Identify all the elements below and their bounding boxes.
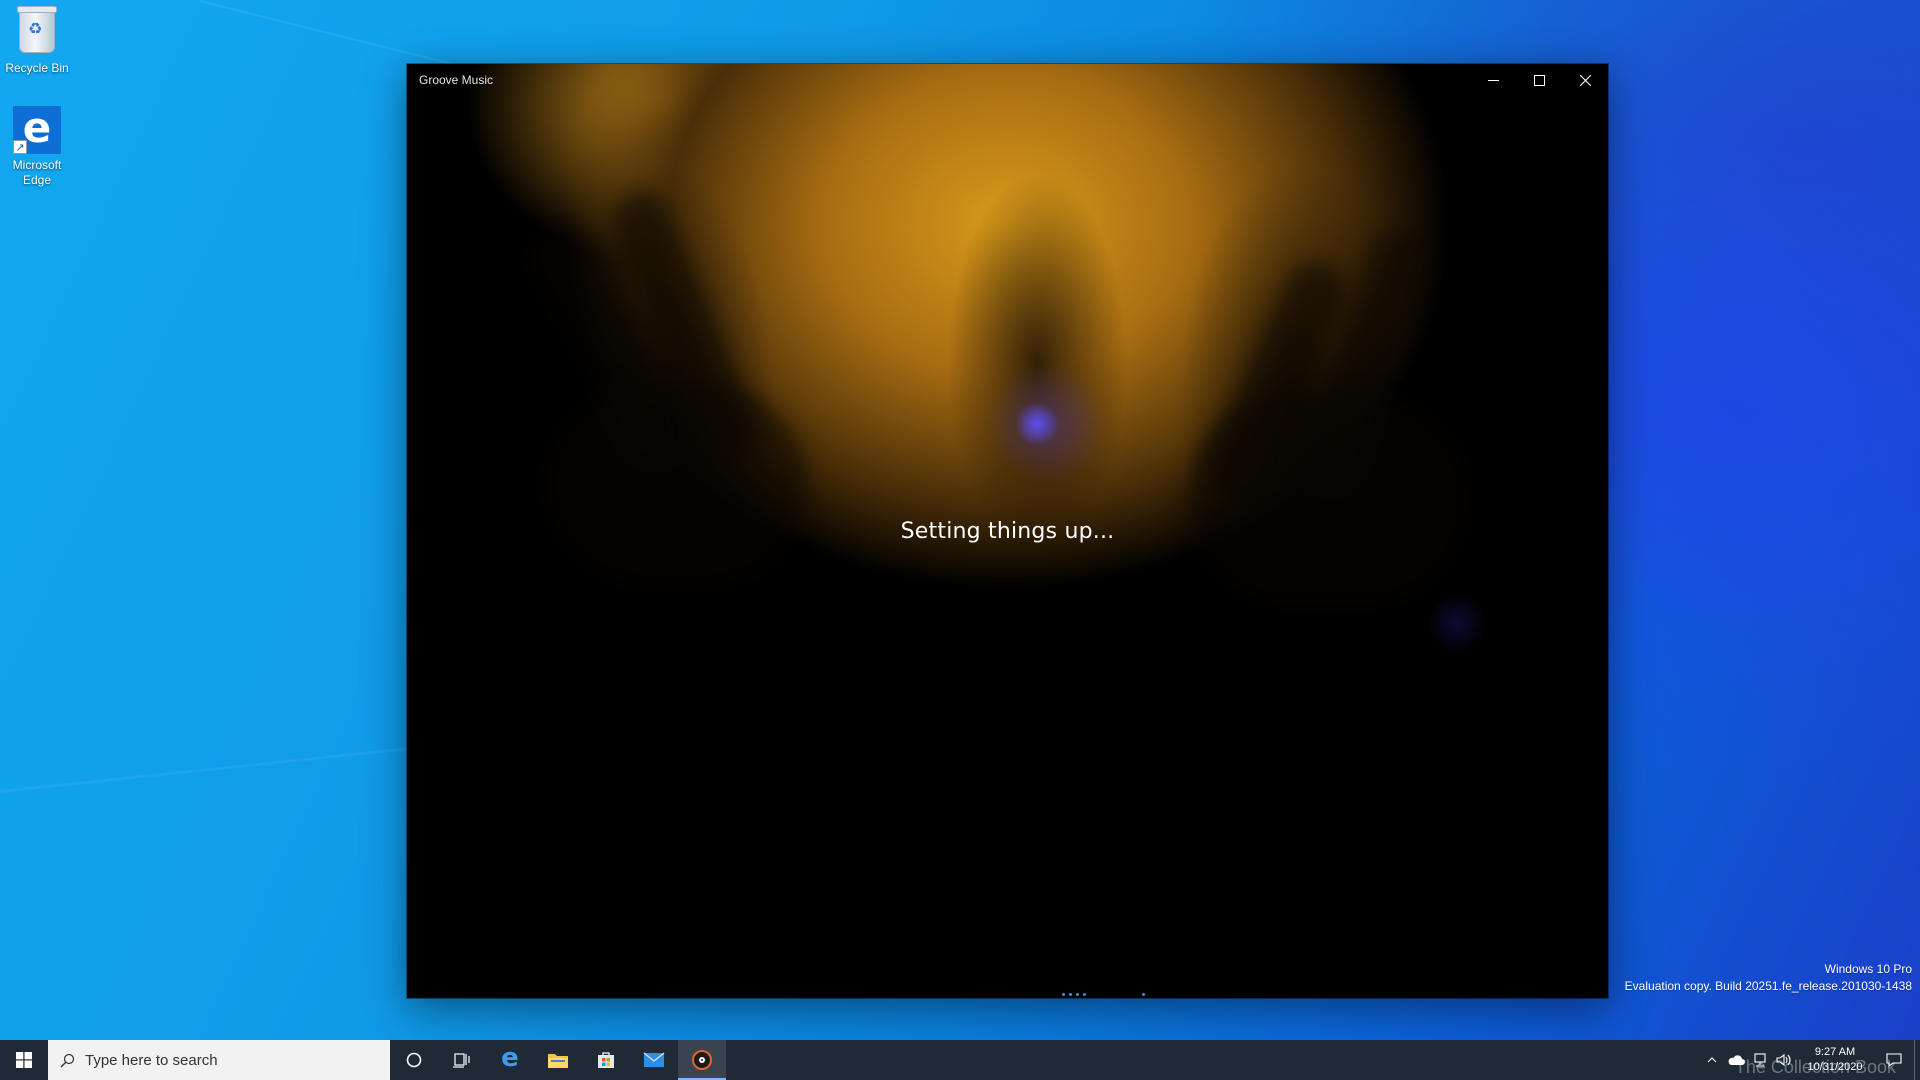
close-icon [1579, 74, 1591, 86]
window-title: Groove Music [419, 73, 494, 87]
close-button[interactable] [1562, 64, 1608, 96]
store-icon [598, 1052, 614, 1068]
minimize-button[interactable] [1470, 64, 1516, 96]
artwork-fade [407, 578, 1608, 998]
taskbar-mail-button[interactable] [630, 1040, 678, 1080]
overlay-watermark-text: The Collection Book [1734, 1057, 1896, 1077]
desktop-icon-label: Recycle Bin [5, 61, 69, 75]
show-hidden-icons-button[interactable] [1700, 1040, 1724, 1080]
show-desktop-button[interactable] [1914, 1040, 1920, 1080]
groove-music-icon [692, 1050, 712, 1070]
desktop-icon-microsoft-edge[interactable]: e ↗ Microsoft Edge [0, 106, 74, 188]
taskbar-edge-button[interactable]: e [486, 1040, 534, 1080]
desktop-icon-label: Microsoft Edge [12, 158, 62, 187]
taskbar-store-button[interactable] [582, 1040, 630, 1080]
cortana-icon [406, 1052, 422, 1068]
edge-icon: e [501, 1043, 519, 1073]
chevron-up-icon [1707, 1057, 1717, 1063]
minimize-icon [1487, 79, 1499, 81]
desktop-icon-recycle-bin[interactable]: ♻ Recycle Bin [0, 6, 74, 76]
search-box[interactable]: Type here to search [48, 1040, 390, 1080]
search-icon [60, 1053, 75, 1067]
mail-icon [643, 1052, 665, 1067]
maximize-icon [1533, 74, 1545, 86]
desktop: ♻ Recycle Bin e ↗ Microsoft Edge Groove M… [0, 0, 1920, 1040]
groove-music-window[interactable]: Groove Music Setting things up... [407, 64, 1608, 998]
loading-status-text: Setting things up... [900, 519, 1115, 544]
edge-icon: e ↗ [13, 106, 61, 154]
windows-logo-icon [16, 1052, 32, 1068]
taskbar-file-explorer-button[interactable] [534, 1040, 582, 1080]
file-explorer-icon [548, 1054, 568, 1068]
start-button[interactable] [0, 1040, 48, 1080]
taskbar-groove-music-button[interactable] [678, 1040, 726, 1080]
search-placeholder: Type here to search [85, 1051, 218, 1069]
cortana-button[interactable] [390, 1040, 438, 1080]
shortcut-arrow-icon: ↗ [13, 140, 27, 154]
watermark-edition: Windows 10 Pro [1824, 962, 1912, 976]
loading-progress-dots [407, 993, 1608, 996]
task-view-button[interactable] [438, 1040, 486, 1080]
taskbar: Type here to search e 9:27 AM 10/31/2020… [0, 1040, 1920, 1080]
watermark-build: Evaluation copy. Build 20251.fe_release.… [1624, 979, 1912, 993]
windows-watermark: Windows 10 Pro Evaluation copy. Build 20… [1625, 961, 1912, 995]
maximize-button[interactable] [1516, 64, 1562, 96]
recycle-bin-icon: ♻ [13, 6, 61, 57]
task-view-icon [453, 1053, 470, 1068]
title-bar[interactable]: Groove Music [407, 64, 1608, 96]
